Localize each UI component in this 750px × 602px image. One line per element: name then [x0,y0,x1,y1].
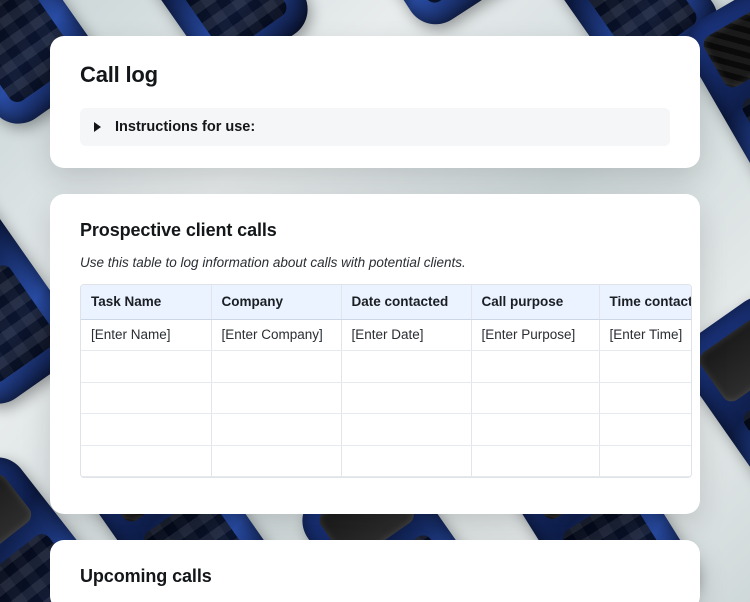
table-header-row: Task Name Company Date contacted Call pu… [81,285,692,319]
col-time-contacted[interactable]: Time contacted [599,285,692,319]
cell[interactable] [81,445,211,477]
cell[interactable] [341,445,471,477]
cell[interactable] [81,382,211,414]
cell[interactable]: [Enter Company] [211,319,341,351]
card-prospective-calls: Prospective client calls Use this table … [50,194,700,514]
cell[interactable] [81,414,211,446]
prospective-table: Task Name Company Date contacted Call pu… [80,284,692,478]
table-row[interactable] [81,382,692,414]
cell[interactable] [211,445,341,477]
cell[interactable] [471,414,599,446]
col-date-contacted[interactable]: Date contacted [341,285,471,319]
cell[interactable]: [Enter Date] [341,319,471,351]
cell[interactable]: [Enter Time] [599,319,692,351]
page-title: Call log [80,62,670,88]
table-row[interactable]: [Enter Name] [Enter Company] [Enter Date… [81,319,692,351]
instructions-toggle[interactable]: Instructions for use: [80,108,670,146]
cell[interactable] [599,445,692,477]
section-title-upcoming: Upcoming calls [80,566,670,587]
col-task-name[interactable]: Task Name [81,285,211,319]
cell[interactable] [211,382,341,414]
section-subhead: Use this table to log information about … [80,255,670,270]
cell[interactable] [211,414,341,446]
cell[interactable] [341,382,471,414]
table-row[interactable] [81,351,692,383]
cell[interactable] [471,382,599,414]
cell[interactable]: [Enter Name] [81,319,211,351]
card-upcoming-calls: Upcoming calls [50,540,700,602]
col-company[interactable]: Company [211,285,341,319]
cell[interactable] [81,351,211,383]
cell[interactable] [471,445,599,477]
table-row[interactable] [81,414,692,446]
cell[interactable] [211,351,341,383]
cell[interactable] [341,351,471,383]
cell[interactable] [599,382,692,414]
section-title-prospective: Prospective client calls [80,220,670,241]
col-call-purpose[interactable]: Call purpose [471,285,599,319]
card-call-log: Call log Instructions for use: [50,36,700,168]
disclosure-triangle-icon [94,122,101,132]
cell[interactable]: [Enter Purpose] [471,319,599,351]
instructions-label: Instructions for use: [115,119,255,135]
table-row[interactable] [81,445,692,477]
cell[interactable] [599,414,692,446]
cell[interactable] [471,351,599,383]
cell[interactable] [599,351,692,383]
cell[interactable] [341,414,471,446]
